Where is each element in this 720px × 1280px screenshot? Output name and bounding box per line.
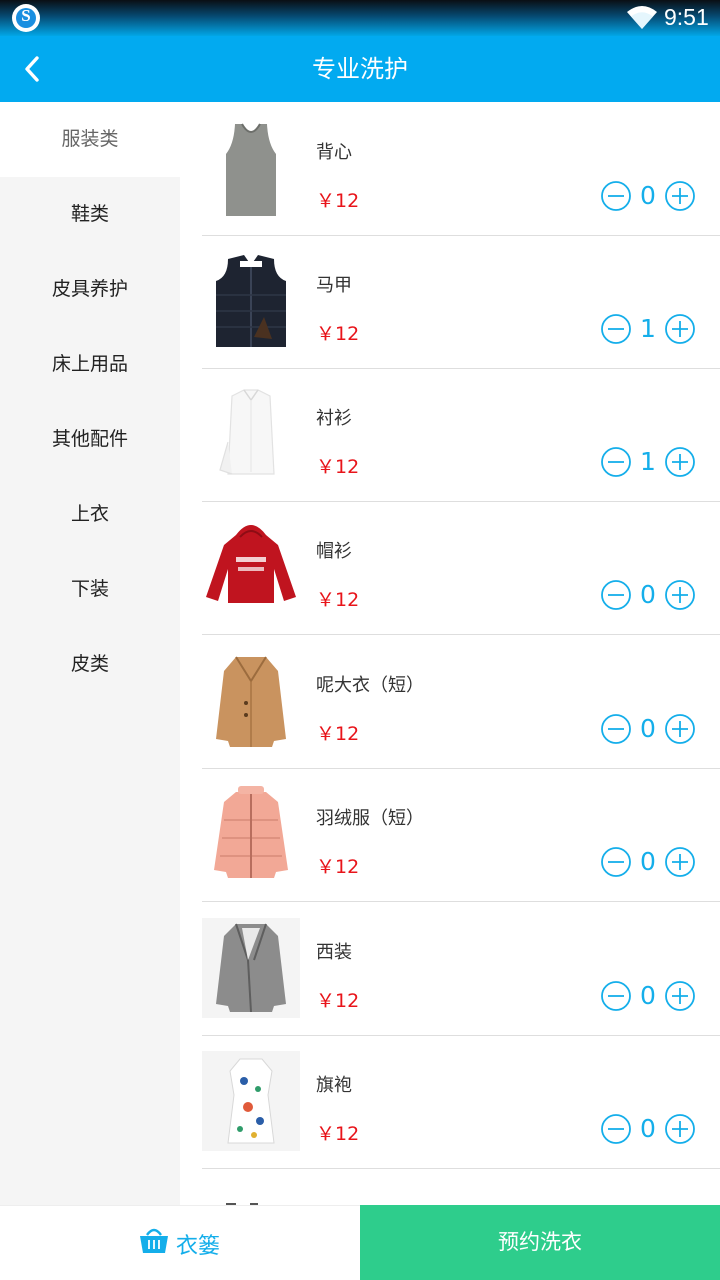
- product-item: 衬衫 ￥12 1: [180, 368, 720, 502]
- plus-circle-icon[interactable]: [664, 579, 696, 611]
- plus-circle-icon[interactable]: [664, 446, 696, 478]
- product-price: ￥12: [316, 990, 360, 1012]
- product-price: ￥12: [316, 323, 360, 345]
- product-name: 衬衫: [316, 408, 352, 429]
- plus-circle-icon[interactable]: [664, 1113, 696, 1145]
- product-price: ￥12: [316, 856, 360, 878]
- minus-circle-icon[interactable]: [600, 446, 632, 478]
- quantity-value: 0: [640, 1114, 656, 1143]
- minus-circle-icon[interactable]: [600, 846, 632, 878]
- vest-image: [216, 255, 286, 347]
- basket-label: 衣篓: [176, 1234, 221, 1259]
- back-button[interactable]: [14, 50, 52, 88]
- product-price: ￥12: [316, 190, 360, 212]
- product-name: 呢大衣（短）: [316, 675, 424, 696]
- book-laundry-button[interactable]: 预约洗衣: [360, 1205, 720, 1280]
- plus-circle-icon[interactable]: [664, 980, 696, 1012]
- minus-circle-icon[interactable]: [600, 579, 632, 611]
- quantity-value: 0: [640, 181, 656, 210]
- quantity-value: 0: [640, 981, 656, 1010]
- product-item: 马甲 ￥12 1: [180, 235, 720, 369]
- minus-circle-icon[interactable]: [600, 313, 632, 345]
- plus-circle-icon[interactable]: [664, 180, 696, 212]
- page-title: 专业洗护: [312, 55, 408, 83]
- wifi-icon: [627, 6, 657, 29]
- shirt-image: [219, 389, 275, 475]
- chevron-left-icon: [25, 56, 39, 82]
- quantity-value: 0: [640, 580, 656, 609]
- plus-circle-icon[interactable]: [664, 846, 696, 878]
- category-item-clothing[interactable]: 服装类: [0, 102, 180, 177]
- category-item-shoes[interactable]: 鞋类: [0, 177, 180, 252]
- category-item-leather[interactable]: 皮类: [0, 627, 180, 702]
- bottom-action-bar: 衣篓 预约洗衣: [0, 1205, 720, 1280]
- status-bar: S 9:51: [0, 0, 720, 36]
- plus-circle-icon[interactable]: [664, 313, 696, 345]
- product-name: 羽绒服（短）: [316, 808, 424, 829]
- suit-jacket-image: [202, 918, 300, 1018]
- product-item: 旗袍 ￥12 0: [180, 1035, 720, 1169]
- product-price: ￥12: [316, 723, 360, 745]
- minus-circle-icon[interactable]: [600, 1113, 632, 1145]
- category-item-bottoms[interactable]: 下装: [0, 552, 180, 627]
- product-item: 帽衫 ￥12 0: [180, 501, 720, 635]
- down-jacket-image: [214, 786, 288, 878]
- product-name: 帽衫: [316, 541, 352, 562]
- top-bar: 专业洗护: [0, 36, 720, 102]
- product-price: ￥12: [316, 1123, 360, 1145]
- quantity-value: 0: [640, 847, 656, 876]
- basket-icon: [140, 1228, 168, 1253]
- product-name: 旗袍: [316, 1075, 352, 1096]
- minus-circle-icon[interactable]: [600, 980, 632, 1012]
- row-divider: [202, 1168, 720, 1169]
- product-item: 西装 ￥12 0: [180, 902, 720, 1036]
- hoodie-image: [206, 525, 296, 603]
- minus-circle-icon[interactable]: [600, 713, 632, 745]
- quantity-value: 0: [640, 714, 656, 743]
- tank-top-image: [226, 123, 276, 216]
- category-item-bedding[interactable]: 床上用品: [0, 327, 180, 402]
- category-item-tops[interactable]: 上衣: [0, 477, 180, 552]
- category-item-accessories[interactable]: 其他配件: [0, 402, 180, 477]
- plus-circle-icon[interactable]: [664, 713, 696, 745]
- product-list[interactable]: 背心 ￥12 0 马甲 ￥12 1 衬衫 ￥12 1 帽衫 ￥12 0 呢大衣（…: [180, 102, 720, 1205]
- product-name: 西装: [316, 942, 352, 963]
- status-time: 9:51: [664, 4, 709, 30]
- category-item-leather-care[interactable]: 皮具养护: [0, 252, 180, 327]
- product-name: 背心: [316, 142, 352, 163]
- product-item: 羽绒服（短） ￥12 0: [180, 768, 720, 902]
- quantity-value: 1: [640, 447, 656, 476]
- product-price: ￥12: [316, 456, 360, 478]
- category-sidebar: 服装类 鞋类 皮具养护 床上用品 其他配件 上衣 下装 皮类: [0, 102, 180, 1205]
- wool-coat-image: [216, 656, 286, 747]
- product-name: 马甲: [316, 275, 352, 296]
- quantity-value: 1: [640, 314, 656, 343]
- minus-circle-icon[interactable]: [600, 180, 632, 212]
- qipao-image: [202, 1051, 300, 1151]
- product-price: ￥12: [316, 589, 360, 611]
- laundry-basket-button[interactable]: 衣篓: [0, 1205, 360, 1280]
- product-item: 背心 ￥12 0: [180, 102, 720, 236]
- product-item: 呢大衣（短） ￥12 0: [180, 635, 720, 769]
- app-logo-icon: S: [12, 4, 40, 32]
